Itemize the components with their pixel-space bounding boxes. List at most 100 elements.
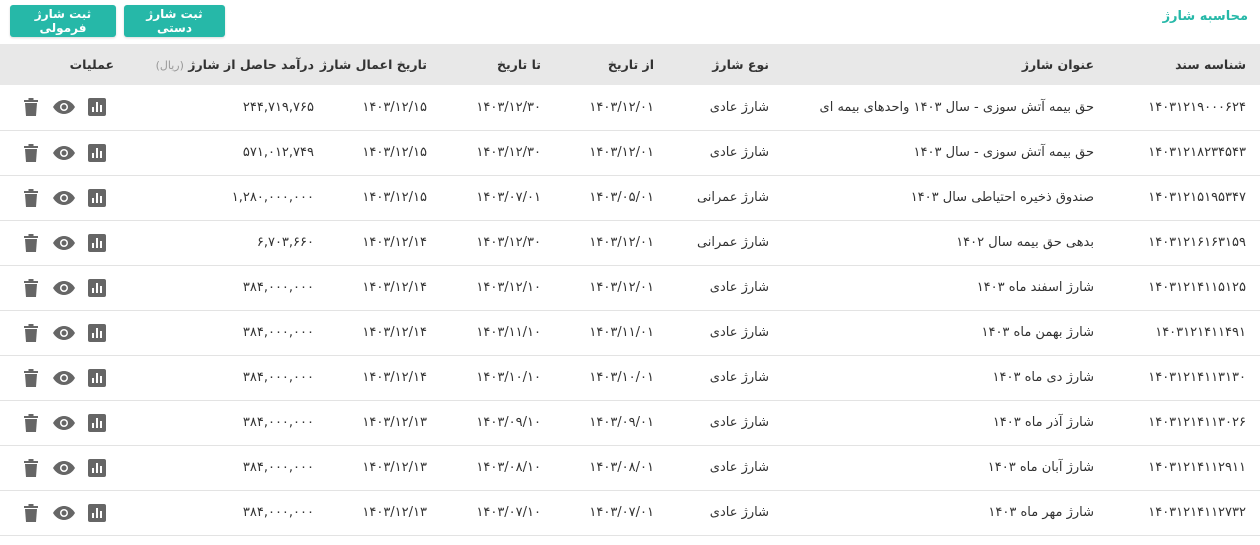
to-date-cell: ۱۴۰۳/۱۱/۱۰ xyxy=(441,310,555,356)
income-cell: ۳۸۴,۰۰۰,۰۰۰ xyxy=(128,265,328,311)
chart-icon[interactable] xyxy=(81,453,114,483)
income-cell: ۲۴۴,۷۱۹,۷۶۵ xyxy=(128,85,328,131)
chart-icon[interactable] xyxy=(81,318,114,348)
apply-date-cell: ۱۴۰۳/۱۲/۱۳ xyxy=(328,445,441,491)
table-header-row: شناسه سند عنوان شارژ نوع شارژ از تاریخ ت… xyxy=(0,44,1260,85)
eye-icon[interactable] xyxy=(47,453,80,483)
to-date-cell: ۱۴۰۳/۱۲/۳۰ xyxy=(441,220,555,266)
page-title: محاسبه شارژ xyxy=(1162,9,1248,24)
row-actions xyxy=(8,183,114,213)
trash-icon[interactable] xyxy=(14,453,47,483)
eye-icon[interactable] xyxy=(47,363,80,393)
from-date-cell: ۱۴۰۳/۱۰/۰۱ xyxy=(555,355,668,401)
type-cell: شارژ عادی xyxy=(668,400,783,446)
col-operations: عملیات xyxy=(0,44,128,85)
from-date-cell: ۱۴۰۳/۰۹/۰۱ xyxy=(555,400,668,446)
trash-icon[interactable] xyxy=(14,92,47,122)
type-cell: شارژ عادی xyxy=(668,130,783,176)
apply-date-cell: ۱۴۰۳/۱۲/۱۴ xyxy=(328,265,441,311)
chart-icon[interactable] xyxy=(81,138,114,168)
chart-icon[interactable] xyxy=(81,498,114,528)
operations-cell xyxy=(0,400,128,446)
from-date-cell: ۱۴۰۳/۱۲/۰۱ xyxy=(555,130,668,176)
eye-icon[interactable] xyxy=(47,498,80,528)
doc-id-cell: ۱۴۰۳۱۲۱۴۱۱۳۱۳۰ xyxy=(1108,355,1260,401)
operations-cell xyxy=(0,220,128,266)
operations-cell xyxy=(0,130,128,176)
col-income: درآمد حاصل از شارژ (ریال) xyxy=(128,44,328,85)
chart-icon[interactable] xyxy=(81,228,114,258)
eye-icon[interactable] xyxy=(47,408,80,438)
operations-cell xyxy=(0,490,128,536)
from-date-cell: ۱۴۰۳/۰۵/۰۱ xyxy=(555,175,668,221)
apply-date-cell: ۱۴۰۳/۱۲/۱۴ xyxy=(328,220,441,266)
to-date-cell: ۱۴۰۳/۰۷/۱۰ xyxy=(441,490,555,536)
title-cell: حق بیمه آتش سوزی - سال ۱۴۰۳ واحدهای بیمه… xyxy=(783,85,1108,131)
table-row: ۱۴۰۳۱۲۱۴۱۱۲۷۳۲ شارژ مهر ماه ۱۴۰۳ شارژ عادی… xyxy=(0,490,1260,536)
eye-icon[interactable] xyxy=(47,273,80,303)
chart-icon[interactable] xyxy=(81,273,114,303)
table-body: ۱۴۰۳۱۲۱۹۰۰۰۶۲۴ حق بیمه آتش سوزی - سال ۱۴۰… xyxy=(0,85,1260,536)
to-date-cell: ۱۴۰۳/۱۲/۳۰ xyxy=(441,130,555,176)
from-date-cell: ۱۴۰۳/۱۲/۰۱ xyxy=(555,220,668,266)
manual-charge-button[interactable]: ثبت شارژ دستی xyxy=(124,5,225,37)
table-row: ۱۴۰۳۱۲۱۸۲۳۴۵۴۳ حق بیمه آتش سوزی - سال ۱۴۰… xyxy=(0,130,1260,176)
income-cell: ۳۸۴,۰۰۰,۰۰۰ xyxy=(128,490,328,536)
chart-icon[interactable] xyxy=(81,363,114,393)
row-actions xyxy=(8,408,114,438)
title-cell: شارژ اسفند ماه ۱۴۰۳ xyxy=(783,265,1108,311)
trash-icon[interactable] xyxy=(14,498,47,528)
income-cell: ۳۸۴,۰۰۰,۰۰۰ xyxy=(128,445,328,491)
toolbar: محاسبه شارژ ثبت شارژ دستی ثبت شارژ فرمول… xyxy=(0,0,1260,44)
trash-icon[interactable] xyxy=(14,228,47,258)
eye-icon[interactable] xyxy=(47,228,80,258)
operations-cell xyxy=(0,310,128,356)
formula-charge-button[interactable]: ثبت شارژ فرمولی xyxy=(10,5,116,37)
trash-icon[interactable] xyxy=(14,273,47,303)
trash-icon[interactable] xyxy=(14,138,47,168)
charges-table: شناسه سند عنوان شارژ نوع شارژ از تاریخ ت… xyxy=(0,44,1260,536)
doc-id-cell: ۱۴۰۳۱۲۱۸۲۳۴۵۴۳ xyxy=(1108,130,1260,176)
chart-icon[interactable] xyxy=(81,408,114,438)
type-cell: شارژ عادی xyxy=(668,490,783,536)
table-row: ۱۴۰۳۱۲۱۴۱۱۲۹۱۱ شارژ آبان ماه ۱۴۰۳ شارژ عاد… xyxy=(0,445,1260,491)
title-cell: شارژ دی ماه ۱۴۰۳ xyxy=(783,355,1108,401)
trash-icon[interactable] xyxy=(14,183,47,213)
eye-icon[interactable] xyxy=(47,318,80,348)
operations-cell xyxy=(0,85,128,131)
eye-icon[interactable] xyxy=(47,92,80,122)
income-cell: ۵۷۱,۰۱۲,۷۴۹ xyxy=(128,130,328,176)
eye-icon[interactable] xyxy=(47,183,80,213)
col-title: عنوان شارژ xyxy=(783,44,1108,85)
title-cell: شارژ آذر ماه ۱۴۰۳ xyxy=(783,400,1108,446)
row-actions xyxy=(8,228,114,258)
title-cell: شارژ بهمن ماه ۱۴۰۳ xyxy=(783,310,1108,356)
row-actions xyxy=(8,138,114,168)
title-cell: شارژ آبان ماه ۱۴۰۳ xyxy=(783,445,1108,491)
to-date-cell: ۱۴۰۳/۰۹/۱۰ xyxy=(441,400,555,446)
col-from: از تاریخ xyxy=(555,44,668,85)
operations-cell xyxy=(0,355,128,401)
trash-icon[interactable] xyxy=(14,318,47,348)
col-type: نوع شارژ xyxy=(668,44,783,85)
to-date-cell: ۱۴۰۳/۱۲/۱۰ xyxy=(441,265,555,311)
title-cell: شارژ مهر ماه ۱۴۰۳ xyxy=(783,490,1108,536)
chart-icon[interactable] xyxy=(81,183,114,213)
row-actions xyxy=(8,92,114,122)
operations-cell xyxy=(0,175,128,221)
row-actions xyxy=(8,363,114,393)
trash-icon[interactable] xyxy=(14,408,47,438)
chart-icon[interactable] xyxy=(81,92,114,122)
from-date-cell: ۱۴۰۳/۰۷/۰۱ xyxy=(555,490,668,536)
trash-icon[interactable] xyxy=(14,363,47,393)
apply-date-cell: ۱۴۰۳/۱۲/۱۴ xyxy=(328,310,441,356)
from-date-cell: ۱۴۰۳/۱۲/۰۱ xyxy=(555,265,668,311)
doc-id-cell: ۱۴۰۳۱۲۱۶۱۶۳۱۵۹ xyxy=(1108,220,1260,266)
eye-icon[interactable] xyxy=(47,138,80,168)
apply-date-cell: ۱۴۰۳/۱۲/۱۵ xyxy=(328,85,441,131)
type-cell: شارژ عادی xyxy=(668,355,783,401)
doc-id-cell: ۱۴۰۳۱۲۱۴۱۱۴۹۱ xyxy=(1108,310,1260,356)
apply-date-cell: ۱۴۰۳/۱۲/۱۴ xyxy=(328,355,441,401)
col-doc-id: شناسه سند xyxy=(1108,44,1260,85)
income-cell: ۳۸۴,۰۰۰,۰۰۰ xyxy=(128,355,328,401)
